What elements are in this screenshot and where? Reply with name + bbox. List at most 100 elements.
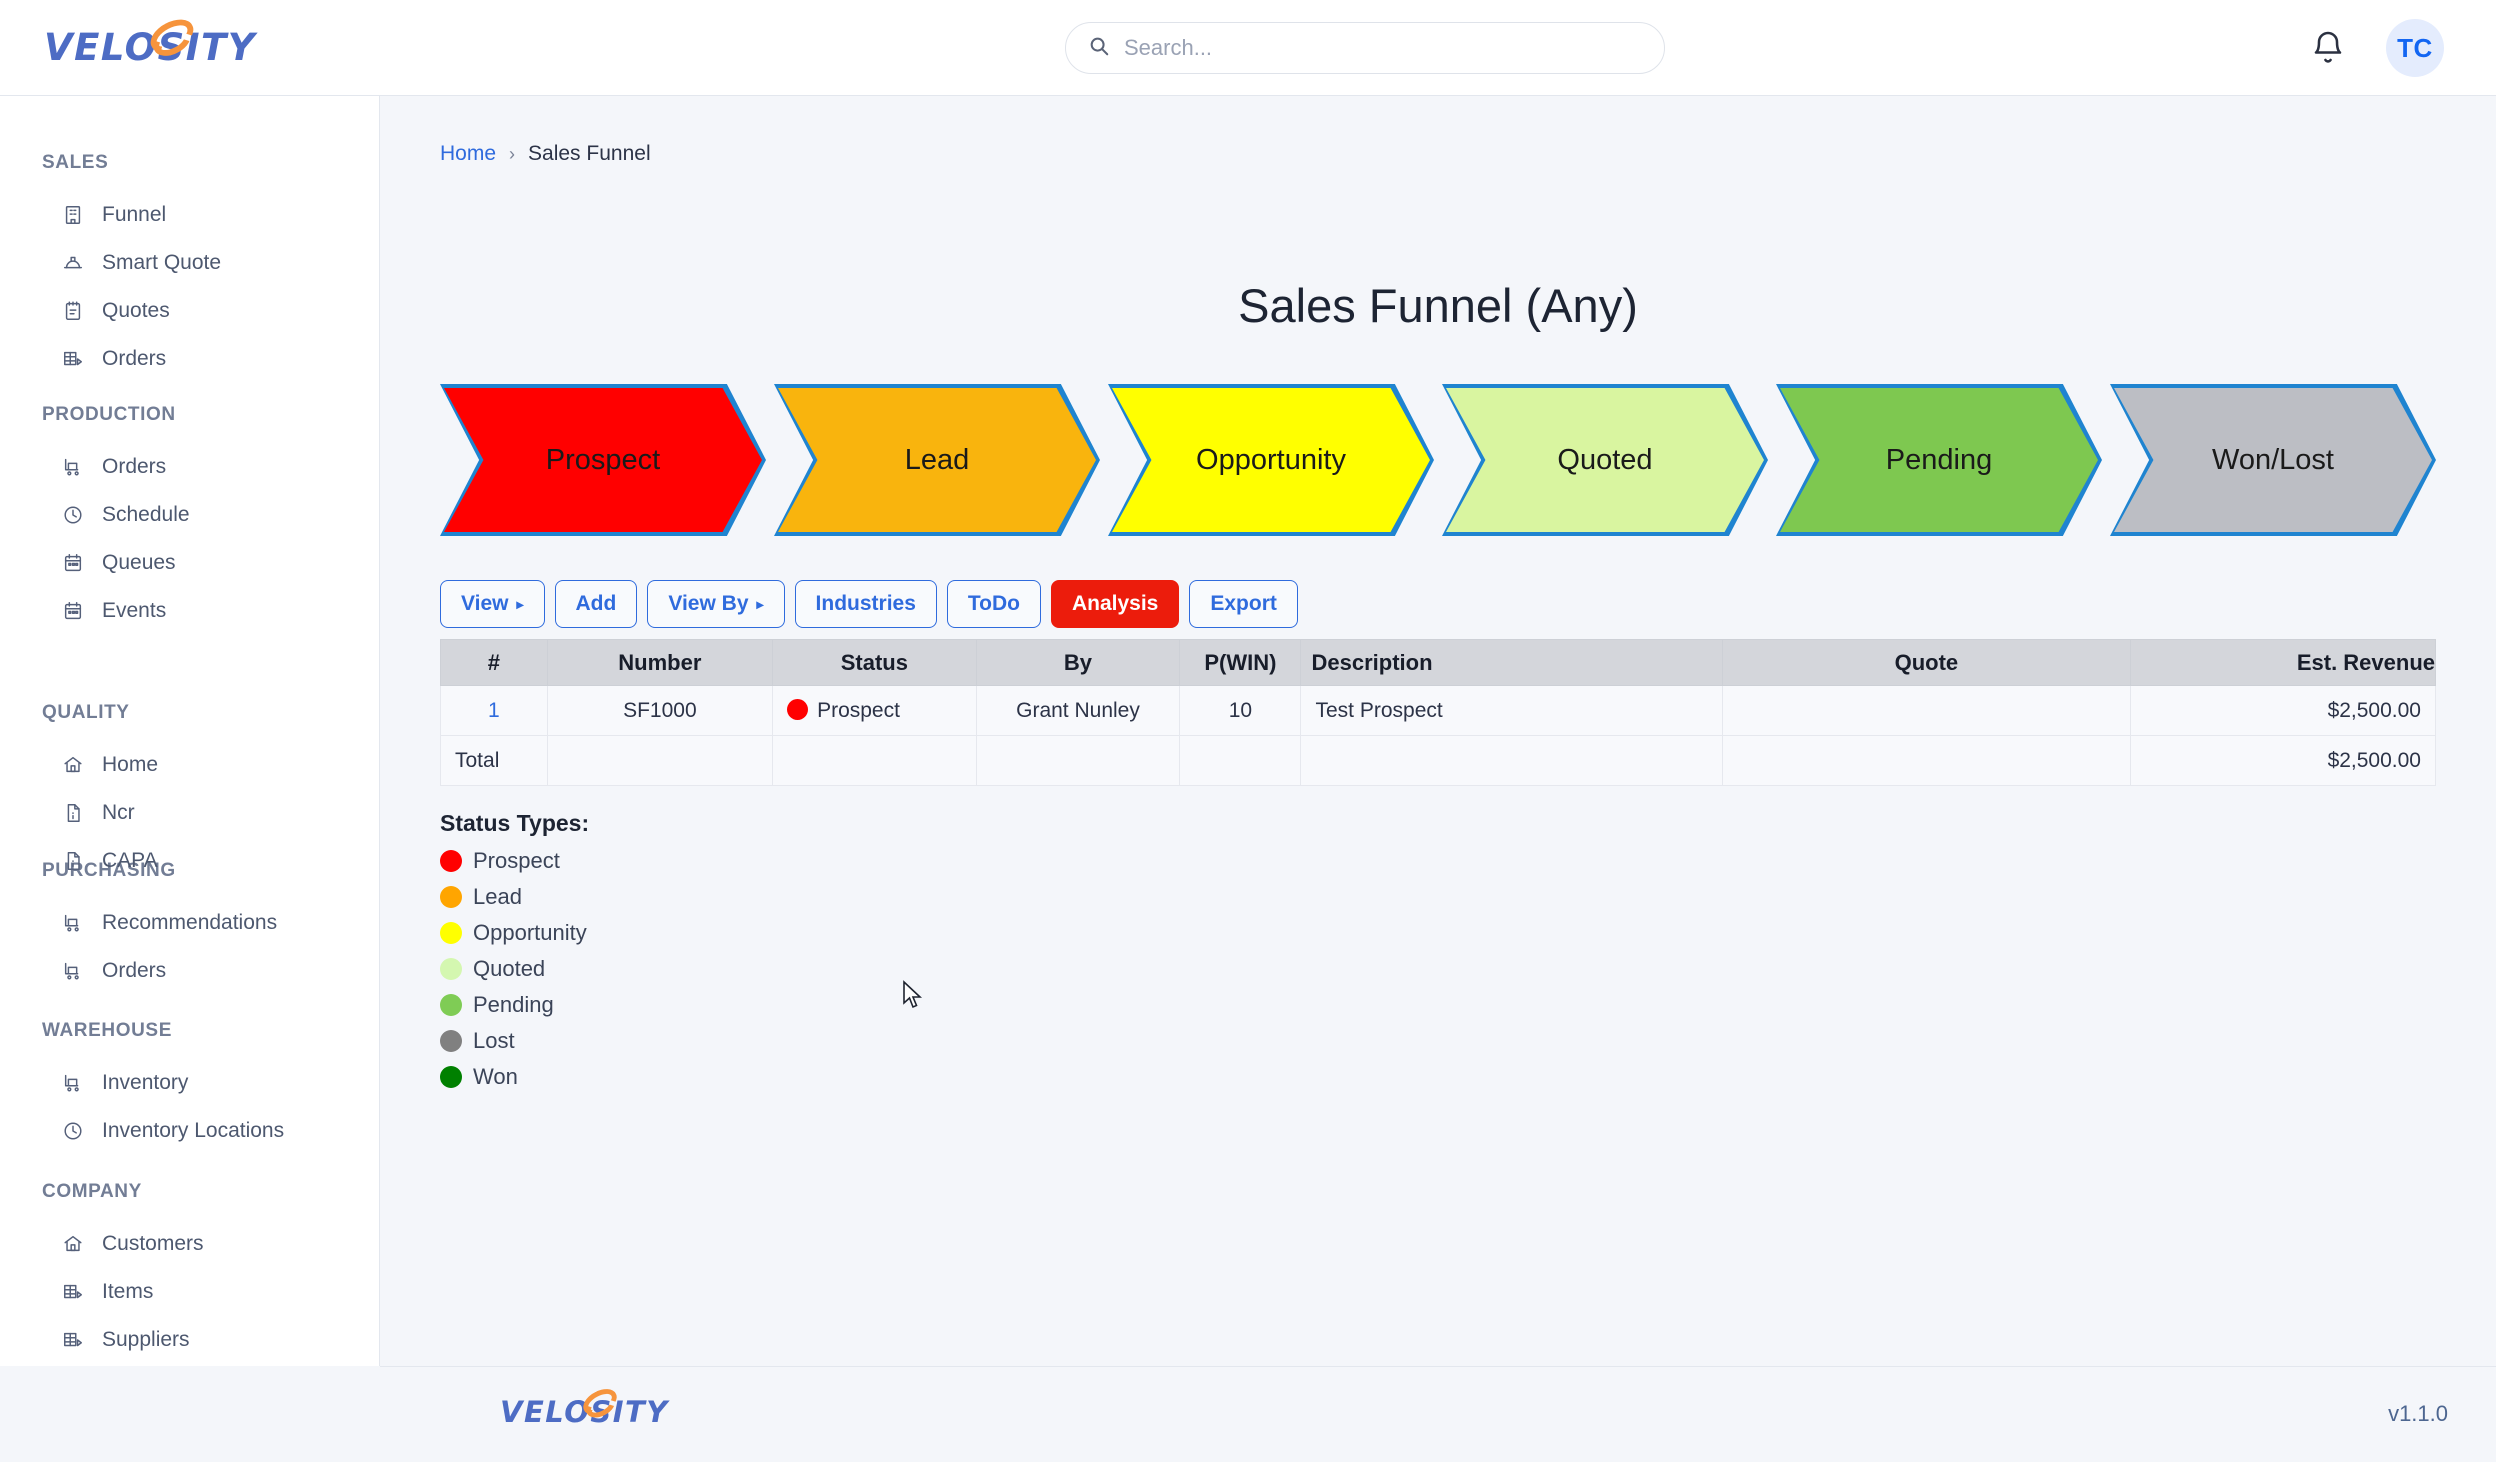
column-header-status[interactable]: Status [772,639,977,686]
cell-number: SF1000 [546,685,774,736]
cart-icon [62,456,84,478]
button-label: View [461,592,509,615]
sidebar-item-ncr[interactable]: Ncr [0,790,379,836]
cell-quote [1722,685,2131,736]
button-label: Add [575,592,617,615]
clock-icon [62,1120,84,1142]
sidebar-item-queues[interactable]: Queues [0,540,379,586]
status-dot-icon [787,698,809,720]
footer-logo: VELOSITY [500,1383,680,1435]
legend-color-dot-icon [440,1066,462,1088]
legend-color-dot-icon [440,994,462,1016]
button-label: Export [1210,592,1277,615]
legend-item-lost: Lost [440,1023,589,1059]
legend-item-label: Pending [473,992,554,1017]
home-icon [62,754,84,776]
sidebar-item-schedule[interactable]: Schedule [0,492,379,538]
sidebar-item-label: Funnel [102,203,167,226]
column-header-number[interactable]: Number [546,639,774,686]
sidebar-item-label: Ncr [102,801,135,824]
sidebar-section-production: PRODUCTION [42,404,176,425]
table-row[interactable]: 1 SF1000 Prospect Grant Nunley 10 Test Prospe… [440,685,2436,736]
legend-item-label: Opportunity [473,920,587,945]
column-header-est-revenue[interactable]: Est. Revenue [2129,639,2436,686]
avatar[interactable]: TC [2386,19,2444,77]
top-bar: VELOSITY Search... TC [0,0,2496,96]
column-header-by[interactable]: By [975,639,1181,686]
cart-icon [62,960,84,982]
status-legend: Status Types: Prospect Lead Opportunity Quo… [440,810,589,1095]
sidebar-item-label: Items [102,1280,154,1303]
breadcrumb-separator-icon: › [509,143,516,164]
column-header--[interactable]: # [440,639,548,686]
sidebar-item-inventory-locations[interactable]: Inventory Locations [0,1108,379,1154]
cart-icon [62,912,84,934]
view-button[interactable]: View ▸ [440,580,545,628]
bell-icon[interactable] [2310,30,2346,66]
cart-icon [62,1072,84,1094]
funnel-stage-prospect[interactable]: Prospect [440,384,766,536]
button-label: ToDo [967,592,1020,615]
sidebar-item-label: CAPA [102,849,158,872]
total-pwin [1179,735,1302,786]
sidebar-item-suppliers[interactable]: Suppliers [0,1317,379,1363]
app-logo[interactable]: VELOSITY [44,12,274,76]
legend-color-dot-icon [440,850,462,872]
column-header-p-win-[interactable]: P(WIN) [1179,639,1302,686]
export-button[interactable]: Export [1189,580,1298,628]
view-by-button[interactable]: View By ▸ [647,580,785,628]
sidebar-item-quotes[interactable]: Quotes [0,288,379,334]
sidebar-item-events[interactable]: Events [0,588,379,634]
cell-status: Prospect [772,685,977,736]
sidebar-item-label: Queues [102,551,176,574]
column-header-description[interactable]: Description [1300,639,1724,686]
document-icon [62,850,84,872]
sidebar-item-orders[interactable]: Orders [0,948,379,994]
document-icon [62,802,84,824]
cell-pwin: 10 [1179,685,1302,736]
sidebar-item-customers[interactable]: Customers [0,1221,379,1267]
cell-description: Test Prospect [1300,685,1724,736]
status-legend-title: Status Types: [440,810,590,836]
funnel-stage-quoted[interactable]: Quoted [1442,384,1768,536]
search-icon [1088,35,1110,62]
table-total-row: Total $2,500.00 [440,735,2436,786]
sidebar-item-label: Events [102,599,167,622]
cell-index: 1 [440,685,548,736]
sidebar-section-sales: SALES [42,152,109,173]
sidebar-item-inventory[interactable]: Inventory [0,1060,379,1106]
sidebar-item-orders[interactable]: Orders [0,444,379,490]
sidebar-item-capa[interactable]: CAPA [0,838,379,884]
funnel-stage-lead[interactable]: Lead [774,384,1100,536]
todo-button[interactable]: ToDo [946,580,1041,628]
sidebar-item-funnel[interactable]: Funnel [0,192,379,238]
row-index-link[interactable]: 1 [488,699,500,722]
chevron-right-icon: ▸ [516,595,524,612]
add-button[interactable]: Add [554,580,638,628]
warehouse-icon [62,1329,84,1351]
clock-icon [62,504,84,526]
legend-item-label: Lost [473,1028,515,1053]
funnel-stage-opportunity[interactable]: Opportunity [1108,384,1434,536]
legend-color-dot-icon [440,1030,462,1052]
sidebar-item-home[interactable]: Home [0,742,379,788]
analysis-button[interactable]: Analysis [1050,580,1180,628]
sidebar-item-label: Inventory Locations [102,1119,285,1142]
sidebar-item-orders[interactable]: Orders [0,336,379,382]
breadcrumb-home-link[interactable]: Home [440,142,496,166]
funnel-stage-won-lost[interactable]: Won/Lost [2110,384,2436,536]
column-header-quote[interactable]: Quote [1722,639,2131,686]
industries-button[interactable]: Industries [794,580,937,628]
calendar-icon [62,552,84,574]
funnel-stage-pending[interactable]: Pending [1776,384,2102,536]
sidebar-item-recommendations[interactable]: Recommendations [0,900,379,946]
search-input[interactable]: Search... [1065,22,1665,74]
building-icon [62,204,84,226]
sidebar-item-items[interactable]: Items [0,1269,379,1315]
legend-item-label: Lead [473,884,522,909]
legend-item-won: Won [440,1059,589,1095]
sidebar-item-smart-quote[interactable]: Smart Quote [0,240,379,286]
button-label: Industries [815,592,916,615]
breadcrumb: Home › Sales Funnel [440,142,651,166]
button-label: View By [668,592,749,615]
